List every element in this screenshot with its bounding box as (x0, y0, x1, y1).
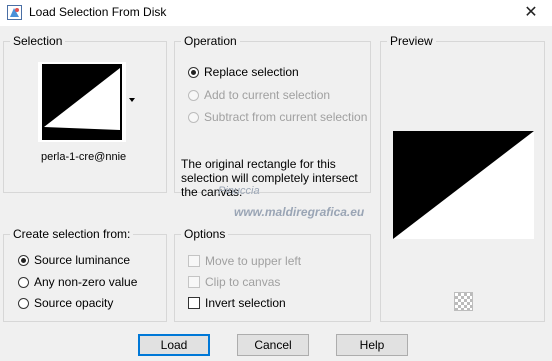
selection-group: Selection perla-1-cre@nnie (3, 34, 167, 193)
source-opacity-label: Source opacity (34, 296, 114, 310)
radio-indicator[interactable] (18, 276, 29, 288)
checkbox-indicator[interactable] (188, 276, 200, 288)
preview-group-title: Preview (387, 34, 436, 48)
selection-thumbnail-name: perla-1-cre@nnie (41, 151, 127, 163)
cancel-button[interactable]: Cancel (237, 334, 309, 356)
replace-selection-radio[interactable]: Replace selection (188, 64, 299, 80)
create-selection-from-group: Create selection from: Source luminance … (3, 227, 167, 322)
any-non-zero-value-label: Any non-zero value (34, 275, 138, 289)
source-luminance-radio[interactable]: Source luminance (18, 252, 130, 268)
checkbox-indicator[interactable] (188, 297, 200, 309)
subtract-from-selection-label: Subtract from current selection (204, 110, 368, 124)
close-icon[interactable]: ✕ (518, 2, 544, 24)
radio-indicator[interactable] (188, 89, 199, 101)
move-to-upper-left-checkbox[interactable]: Move to upper left (188, 253, 301, 269)
selection-group-title: Selection (10, 34, 66, 48)
app-icon (7, 5, 22, 20)
checkerboard-icon[interactable] (454, 292, 473, 311)
replace-selection-label: Replace selection (204, 65, 299, 79)
preview-group: Preview (380, 34, 545, 322)
preview-image (393, 131, 534, 239)
options-group: Options Move to upper left Clip to canva… (174, 227, 371, 322)
watermark-url: www.maldiregrafica.eu (234, 205, 365, 219)
operation-group: Operation Replace selection Add to curre… (174, 34, 371, 199)
move-to-upper-left-label: Move to upper left (205, 254, 302, 268)
options-group-title: Options (181, 227, 229, 241)
checkbox-indicator[interactable] (188, 255, 200, 267)
radio-indicator[interactable] (18, 297, 29, 309)
radio-indicator[interactable] (188, 111, 199, 123)
operation-group-title: Operation (181, 34, 240, 48)
invert-selection-label: Invert selection (205, 296, 286, 310)
radio-indicator[interactable] (18, 254, 29, 266)
help-button[interactable]: Help (336, 334, 408, 356)
source-opacity-radio[interactable]: Source opacity (18, 295, 113, 311)
operation-info-text: The original rectangle for this selectio… (181, 157, 358, 199)
any-non-zero-value-radio[interactable]: Any non-zero value (18, 274, 137, 290)
source-luminance-label: Source luminance (34, 253, 131, 267)
add-to-selection-label: Add to current selection (204, 88, 331, 102)
invert-selection-checkbox[interactable]: Invert selection (188, 295, 286, 311)
window-title: Load Selection From Disk (29, 5, 167, 19)
clip-to-canvas-checkbox[interactable]: Clip to canvas (188, 274, 280, 290)
subtract-from-selection-radio[interactable]: Subtract from current selection (188, 109, 367, 125)
load-button[interactable]: Load (138, 334, 210, 356)
chevron-down-icon[interactable] (129, 98, 135, 102)
selection-thumbnail[interactable] (38, 62, 126, 142)
add-to-selection-radio[interactable]: Add to current selection (188, 87, 330, 103)
title-bar: Load Selection From Disk ✕ (0, 0, 552, 26)
radio-indicator[interactable] (188, 66, 199, 78)
clip-to-canvas-label: Clip to canvas (205, 275, 281, 289)
create-selection-from-title: Create selection from: (10, 227, 134, 241)
